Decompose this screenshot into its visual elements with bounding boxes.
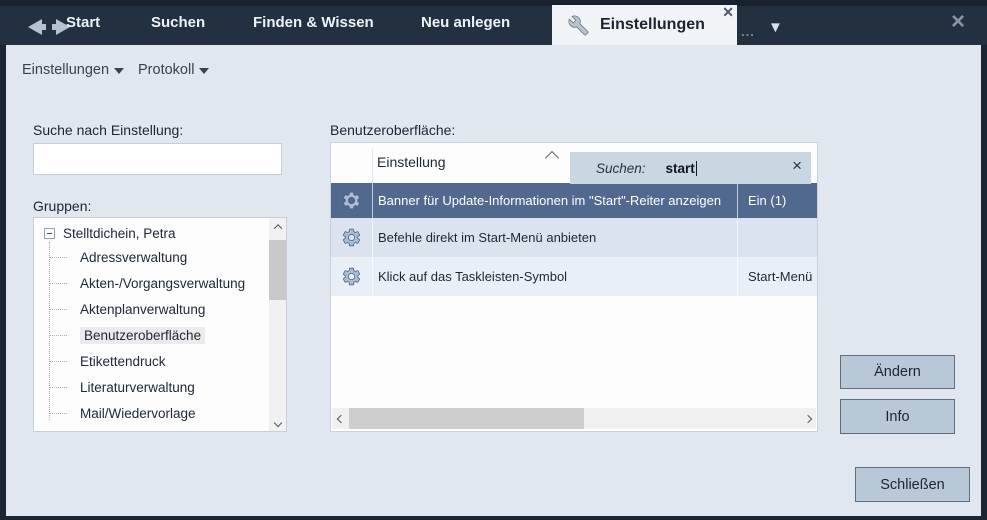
- setting-name: Banner für Update-Informationen im "Star…: [373, 193, 737, 208]
- setting-value: Start-Menü: [737, 257, 817, 296]
- setting-value: Ein (1): [737, 183, 817, 218]
- tree-item-literaturverwaltung[interactable]: Literaturverwaltung: [80, 376, 195, 398]
- setting-value: [737, 218, 817, 257]
- scroll-down-icon[interactable]: [269, 414, 286, 431]
- groups-label: Gruppen:: [33, 198, 91, 214]
- table-row-befehle-startmenu[interactable]: Befehle direkt im Start-Menü anbieten: [331, 218, 817, 257]
- table-row-banner-update[interactable]: Banner für Update-Informationen im "Star…: [331, 183, 817, 218]
- tree-item-label: Benutzeroberfläche: [80, 327, 205, 344]
- setting-name: Befehle direkt im Start-Menü anbieten: [373, 230, 737, 245]
- tree-item-label: Akten-/Vorgangsverwaltung: [80, 276, 245, 291]
- setting-value-text: Ein (1): [748, 193, 786, 208]
- table-search-label: Suchen:: [596, 161, 646, 176]
- window-border-bottom: [0, 516, 987, 520]
- tree-connector-line: [49, 242, 50, 420]
- table-search-overlay[interactable]: Suchen: start ×: [570, 152, 811, 184]
- tab-bar: Start Suchen Finden & Wissen Neu anlegen…: [0, 0, 987, 45]
- chevron-down-icon: [114, 68, 124, 74]
- chevron-down-icon: [199, 68, 209, 74]
- tree-item-adressverwaltung[interactable]: Adressverwaltung: [80, 246, 187, 268]
- row-icon-cell: [331, 183, 373, 218]
- setting-name: Klick auf das Taskleisten-Symbol: [373, 269, 737, 284]
- scroll-up-icon[interactable]: [269, 218, 286, 235]
- tab-overflow-dots[interactable]: ...: [741, 24, 755, 39]
- search-setting-label: Suche nach Einstellung:: [33, 122, 183, 138]
- menu-bar: Einstellungen Protokoll: [0, 45, 987, 85]
- tree-item-label: Literaturverwaltung: [80, 380, 195, 395]
- wrench-icon: [568, 15, 589, 36]
- icon-column-header: [331, 149, 373, 183]
- window-border-right: [981, 0, 987, 520]
- search-setting-input[interactable]: [33, 143, 282, 175]
- tree-scrollbar-thumb[interactable]: [269, 240, 286, 300]
- hscrollbar-thumb[interactable]: [349, 408, 584, 429]
- tree-item-akten-vorgangsverwaltung[interactable]: Akten-/Vorgangsverwaltung: [80, 272, 245, 294]
- tree-scrollbar[interactable]: [269, 218, 286, 431]
- tree-item-mail-wiedervorlage[interactable]: Mail/Wiedervorlage: [80, 402, 196, 424]
- groups-tree: Stelltdichein, Petra Adressverwaltung Ak…: [33, 217, 287, 432]
- tab-neu-anlegen[interactable]: Neu anlegen: [421, 14, 510, 31]
- table-row-taskleisten-symbol[interactable]: Klick auf das Taskleisten-Symbol Start-M…: [331, 257, 817, 296]
- tree-root-label: Stelltdichein, Petra: [63, 226, 176, 241]
- change-button[interactable]: Ändern: [840, 355, 955, 389]
- menu-einstellungen-label: Einstellungen: [22, 62, 109, 78]
- active-tab-label: Einstellungen: [600, 16, 705, 34]
- text-cursor: [696, 161, 697, 176]
- tree-root-item[interactable]: Stelltdichein, Petra: [44, 226, 176, 241]
- tab-suchen[interactable]: Suchen: [151, 14, 205, 31]
- column-header-einstellung[interactable]: Einstellung: [377, 154, 446, 170]
- back-arrow-icon: [28, 19, 46, 35]
- table-header[interactable]: Einstellung Suchen: start ×: [331, 143, 817, 183]
- close-button[interactable]: Schließen: [855, 467, 970, 502]
- menu-protokoll[interactable]: Protokoll: [138, 62, 209, 78]
- menu-protokoll-label: Protokoll: [138, 62, 194, 78]
- gear-icon: [341, 227, 362, 248]
- settings-list-title: Benutzeroberfläche:: [330, 122, 455, 138]
- gear-icon: [341, 266, 362, 287]
- tab-start[interactable]: Start: [66, 14, 100, 31]
- scroll-right-icon[interactable]: [799, 410, 816, 427]
- tab-close-icon[interactable]: ✕: [722, 4, 734, 21]
- info-button[interactable]: Info: [840, 399, 955, 434]
- collapse-icon[interactable]: [44, 228, 55, 239]
- settings-window: Start Suchen Finden & Wissen Neu anlegen…: [0, 0, 987, 520]
- tab-dropdown-icon[interactable]: ▼: [768, 19, 783, 36]
- tree-item-label: Etikettendruck: [80, 354, 166, 369]
- table-horizontal-scrollbar[interactable]: [332, 408, 816, 429]
- table-search-value[interactable]: start: [666, 161, 695, 176]
- search-close-icon[interactable]: ×: [792, 156, 802, 176]
- menu-einstellungen[interactable]: Einstellungen: [22, 62, 124, 78]
- gear-icon: [341, 190, 362, 211]
- row-icon-cell: [331, 257, 373, 296]
- settings-table: Einstellung Suchen: start × Banner für U…: [330, 142, 818, 432]
- window-border-left: [0, 0, 6, 520]
- table-rows: Banner für Update-Informationen im "Star…: [331, 183, 817, 296]
- tree-item-aktenplanverwaltung[interactable]: Aktenplanverwaltung: [80, 298, 205, 320]
- tree-item-label: Mail/Wiedervorlage: [80, 406, 196, 421]
- setting-value-text: Start-Menü: [748, 269, 812, 284]
- tab-finden-wissen[interactable]: Finden & Wissen: [253, 14, 374, 31]
- window-close-icon[interactable]: ×: [951, 8, 965, 36]
- tree-item-label: Aktenplanverwaltung: [80, 302, 205, 317]
- sort-ascending-icon[interactable]: [545, 151, 559, 165]
- tree-item-etikettendruck[interactable]: Etikettendruck: [80, 350, 166, 372]
- scroll-left-icon[interactable]: [332, 410, 349, 427]
- tree-item-label: Adressverwaltung: [80, 250, 187, 265]
- tree-item-benutzeroberflaeche[interactable]: Benutzeroberfläche: [80, 324, 205, 346]
- tab-einstellungen-active[interactable]: Einstellungen ✕: [552, 5, 737, 45]
- row-icon-cell: [331, 218, 373, 257]
